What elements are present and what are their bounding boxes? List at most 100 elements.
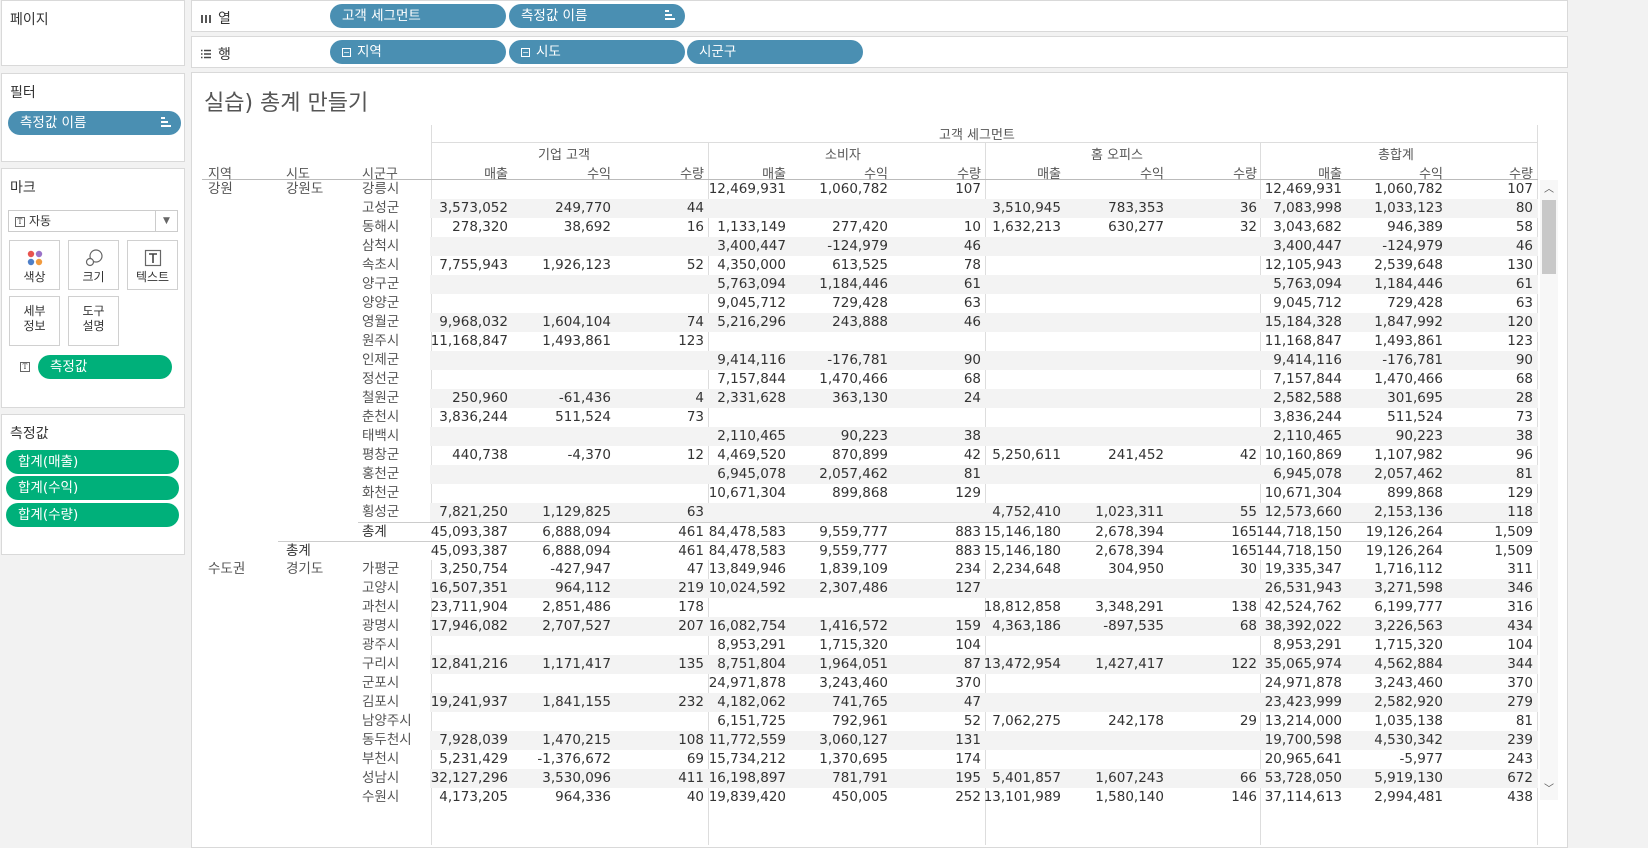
sido-cell[interactable] <box>286 503 356 522</box>
sido-cell[interactable] <box>286 636 356 655</box>
region-cell[interactable] <box>208 275 278 294</box>
sido-cell[interactable] <box>286 750 356 769</box>
sigungu-cell[interactable]: 군포시 <box>362 674 432 693</box>
sido-cell[interactable] <box>286 294 356 313</box>
sido-cell[interactable] <box>286 769 356 788</box>
segment-grand-total[interactable]: 총합계 <box>1378 144 1414 163</box>
mark-type-dropdown[interactable]: T 자동 ▼ <box>8 210 178 232</box>
region-cell[interactable] <box>208 294 278 313</box>
sigungu-cell[interactable]: 원주시 <box>362 332 432 351</box>
sigungu-cell[interactable]: 정선군 <box>362 370 432 389</box>
sigungu-cell[interactable]: 구리시 <box>362 655 432 674</box>
detail-button[interactable]: 세부 정보 <box>9 296 60 346</box>
segment-consumer[interactable]: 소비자 <box>825 144 861 163</box>
region-cell[interactable] <box>208 427 278 446</box>
sido-cell[interactable] <box>286 313 356 332</box>
region-cell[interactable] <box>208 617 278 636</box>
segment-corporate[interactable]: 기업 고객 <box>538 144 590 163</box>
measure-pill-profit[interactable]: 합계(수익) <box>6 476 179 500</box>
sigungu-cell[interactable]: 총계 <box>362 523 432 542</box>
region-cell[interactable] <box>208 237 278 256</box>
sigungu-cell[interactable]: 평창군 <box>362 446 432 465</box>
sido-cell[interactable] <box>286 332 356 351</box>
region-cell[interactable] <box>208 446 278 465</box>
sido-cell[interactable] <box>286 389 356 408</box>
sigungu-cell[interactable]: 동두천시 <box>362 731 432 750</box>
sido-cell[interactable] <box>286 484 356 503</box>
region-cell[interactable]: 강원 <box>208 180 278 199</box>
region-cell[interactable] <box>208 484 278 503</box>
sido-cell[interactable] <box>286 465 356 484</box>
sigungu-cell[interactable]: 철원군 <box>362 389 432 408</box>
region-cell[interactable] <box>208 389 278 408</box>
region-cell[interactable] <box>208 693 278 712</box>
column-pill-segment[interactable]: 고객 세그먼트 <box>330 4 506 28</box>
sido-cell[interactable] <box>286 427 356 446</box>
region-cell[interactable] <box>208 750 278 769</box>
region-cell[interactable] <box>208 313 278 332</box>
sido-cell[interactable] <box>286 408 356 427</box>
region-cell[interactable]: 수도권 <box>208 560 278 579</box>
collapse-icon[interactable]: − <box>521 48 530 57</box>
rows-shelf[interactable]: 행 − 지역 − 시도 시군구 <box>191 36 1568 68</box>
filter-pill-measure-names[interactable]: 측정값 이름 <box>8 111 181 135</box>
column-pill-measure-names[interactable]: 측정값 이름 <box>509 4 685 28</box>
tooltip-button[interactable]: 도구 설명 <box>68 296 119 346</box>
sido-cell[interactable]: 강원도 <box>286 180 356 199</box>
pages-card[interactable]: 페이지 <box>1 0 185 66</box>
sigungu-cell[interactable]: 양양군 <box>362 294 432 313</box>
columns-shelf[interactable]: 열 고객 세그먼트 측정값 이름 <box>191 0 1568 32</box>
sido-cell[interactable] <box>286 693 356 712</box>
region-cell[interactable] <box>208 731 278 750</box>
sido-cell[interactable] <box>286 788 356 807</box>
region-cell[interactable] <box>208 655 278 674</box>
sigungu-cell[interactable]: 삼척시 <box>362 237 432 256</box>
scroll-up-icon[interactable]: ︿ <box>1540 182 1558 198</box>
sigungu-cell[interactable]: 과천시 <box>362 598 432 617</box>
sigungu-cell[interactable]: 남양주시 <box>362 712 432 731</box>
chevron-down-icon[interactable]: ▼ <box>155 211 177 231</box>
measure-pill-quantity[interactable]: 합계(수량) <box>6 503 179 527</box>
color-button[interactable]: 색상 <box>9 240 60 290</box>
sido-cell[interactable] <box>286 655 356 674</box>
region-cell[interactable] <box>208 769 278 788</box>
region-cell[interactable] <box>208 218 278 237</box>
sigungu-cell[interactable]: 홍천군 <box>362 465 432 484</box>
sigungu-cell[interactable]: 양구군 <box>362 275 432 294</box>
region-cell[interactable] <box>208 199 278 218</box>
row-pill-sigungu[interactable]: 시군구 <box>687 40 863 64</box>
scroll-thumb[interactable] <box>1542 200 1556 274</box>
sido-cell[interactable] <box>286 370 356 389</box>
region-cell[interactable] <box>208 712 278 731</box>
region-cell[interactable] <box>208 332 278 351</box>
sigungu-cell[interactable]: 수원시 <box>362 788 432 807</box>
region-cell[interactable] <box>208 256 278 275</box>
segment-home-office[interactable]: 홈 오피스 <box>1091 144 1143 163</box>
filters-card[interactable]: 필터 측정값 이름 <box>1 73 185 162</box>
sido-cell[interactable] <box>286 617 356 636</box>
region-cell[interactable] <box>208 503 278 522</box>
row-pill-sido[interactable]: − 시도 <box>509 40 685 64</box>
vertical-scrollbar[interactable]: ︿ ﹀ <box>1540 180 1558 800</box>
sido-cell[interactable] <box>286 351 356 370</box>
size-button[interactable]: 크기 <box>68 240 119 290</box>
sido-cell[interactable] <box>286 674 356 693</box>
sigungu-cell[interactable]: 동해시 <box>362 218 432 237</box>
sigungu-cell[interactable]: 화천군 <box>362 484 432 503</box>
sido-cell[interactable] <box>286 712 356 731</box>
sido-cell[interactable] <box>286 523 356 542</box>
sido-cell[interactable] <box>286 199 356 218</box>
sigungu-cell[interactable]: 춘천시 <box>362 408 432 427</box>
sido-cell[interactable]: 총계 <box>286 542 356 561</box>
region-cell[interactable] <box>208 351 278 370</box>
sigungu-cell[interactable]: 가평군 <box>362 560 432 579</box>
sigungu-cell[interactable]: 광명시 <box>362 617 432 636</box>
marks-measure-pill[interactable]: 측정값 <box>38 355 172 379</box>
sido-cell[interactable] <box>286 446 356 465</box>
sigungu-cell[interactable]: 영월군 <box>362 313 432 332</box>
region-cell[interactable] <box>208 408 278 427</box>
sigungu-cell[interactable]: 태백시 <box>362 427 432 446</box>
sido-cell[interactable] <box>286 579 356 598</box>
region-cell[interactable] <box>208 579 278 598</box>
region-cell[interactable] <box>208 370 278 389</box>
